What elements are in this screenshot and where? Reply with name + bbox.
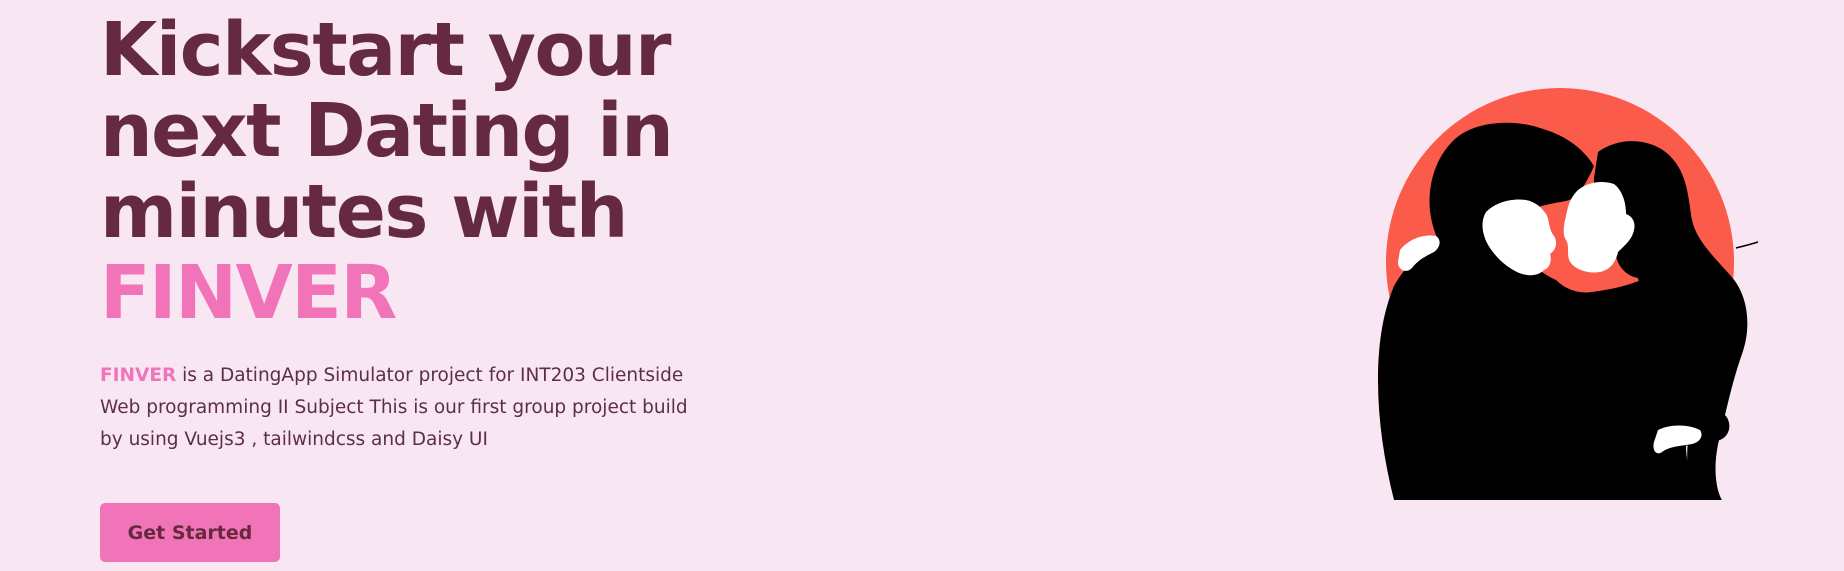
headline-line-1: Kickstart your xyxy=(100,7,672,93)
headline-brand: FINVER xyxy=(100,250,397,336)
hero-content: Kickstart your next Dating in minutes wi… xyxy=(100,0,700,456)
hero-description: FINVER is a DatingApp Simulator project … xyxy=(100,360,690,456)
hero-section: Kickstart your next Dating in minutes wi… xyxy=(0,0,1844,571)
get-started-button[interactable]: Get Started xyxy=(100,503,280,562)
description-brand: FINVER xyxy=(100,365,177,386)
hero-headline: Kickstart your next Dating in minutes wi… xyxy=(100,0,700,334)
stroke-accent xyxy=(1735,241,1759,249)
headline-line-3: minutes with xyxy=(100,169,629,255)
couple-illustration-icon xyxy=(1378,88,1759,500)
headline-line-2: next Dating in xyxy=(100,88,674,174)
description-text: is a DatingApp Simulator project for INT… xyxy=(100,365,688,450)
